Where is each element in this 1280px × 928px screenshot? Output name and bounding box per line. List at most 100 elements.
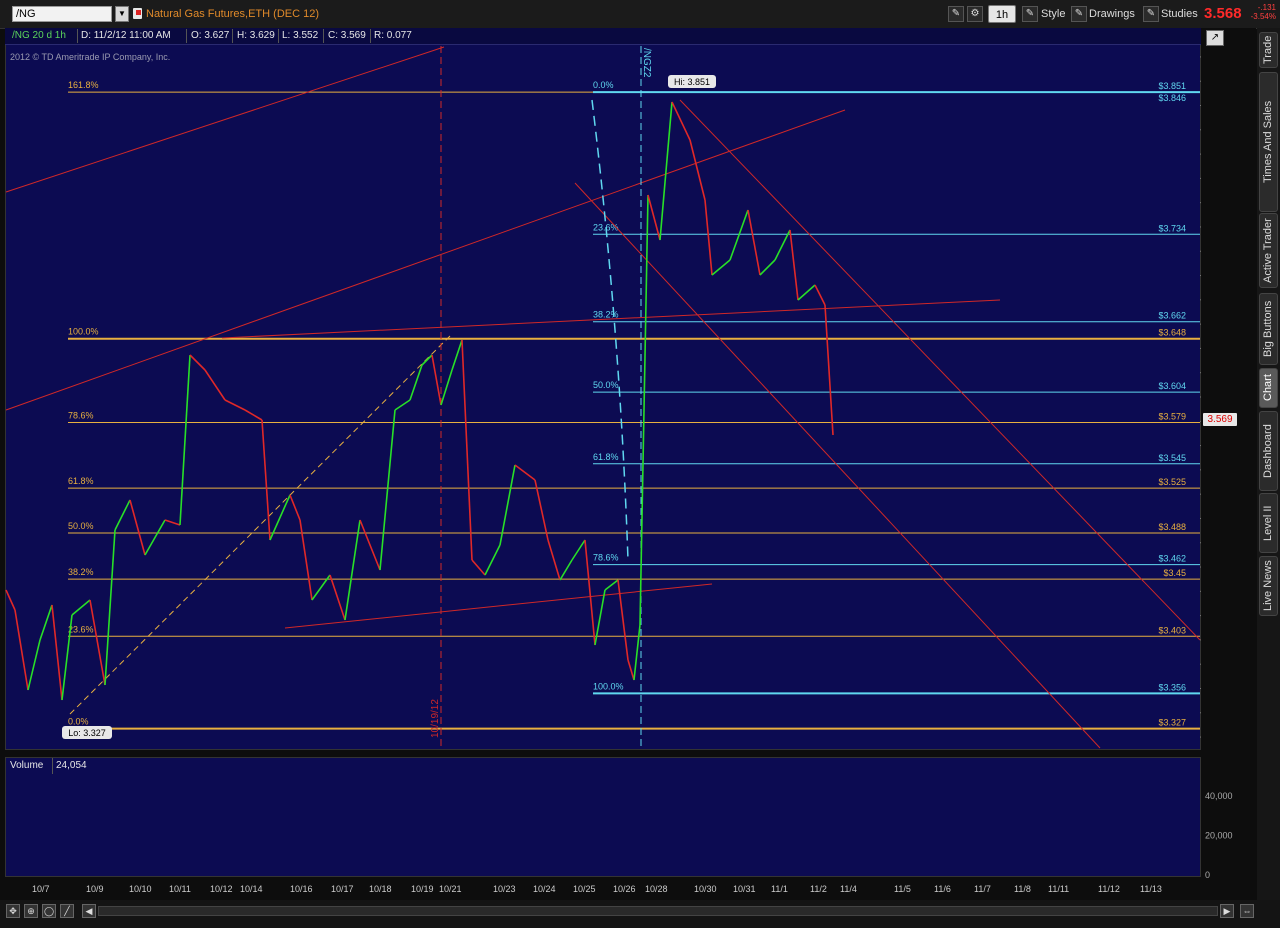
- volume-tick-label: 20,000: [1205, 830, 1233, 840]
- fib-percent-label: 38.2%: [68, 567, 94, 577]
- high-label: Hi: 3.851: [674, 77, 710, 87]
- fib-price-tag: $3.662: [1158, 311, 1186, 321]
- date-tick-label: 10/30: [694, 884, 717, 894]
- fib-price-tag: $3.45: [1163, 568, 1186, 578]
- price-segment: [514, 464, 536, 481]
- fib-percent-label: 100.0%: [593, 681, 624, 691]
- price-segment: [689, 139, 706, 201]
- fib-price-tag: $3.356: [1158, 682, 1186, 692]
- fib-price-tag: $3.734: [1158, 223, 1186, 233]
- price-segment: [704, 199, 713, 276]
- price-segment: [5, 589, 16, 611]
- scroll-right-icon[interactable]: ▶: [1220, 904, 1234, 918]
- price-segment: [604, 579, 619, 591]
- header-divider: [232, 29, 233, 43]
- price-segment: [14, 609, 29, 691]
- fib-percent-label: 23.6%: [68, 624, 94, 634]
- chart-scrollbar[interactable]: [98, 906, 1218, 916]
- price-segment: [39, 604, 53, 641]
- price-segment: [179, 354, 191, 526]
- pan-icon[interactable]: ✥: [6, 904, 20, 918]
- zoom-icon[interactable]: ⊕: [24, 904, 38, 918]
- price-segment: [451, 339, 463, 371]
- price-segment: [729, 209, 749, 261]
- header-divider: [77, 29, 78, 43]
- date-marker-label: 10/19/12: [430, 699, 441, 738]
- price-segment: [409, 364, 423, 401]
- price-segment: [659, 101, 673, 241]
- price-segment: [299, 519, 313, 601]
- price-segment: [747, 209, 761, 276]
- price-segment: [571, 539, 586, 561]
- price-segment: [61, 614, 73, 701]
- chart-title: /NG 20 d 1h: [12, 30, 66, 41]
- price-segment: [797, 284, 816, 301]
- price-segment: [359, 519, 381, 571]
- header-divider: [186, 29, 187, 43]
- volume-value: 24,054: [56, 760, 87, 771]
- price-segment: [204, 369, 226, 401]
- price-segment: [27, 639, 41, 691]
- fib-anchor-line: [69, 333, 453, 715]
- fib-percent-label: 100.0%: [68, 327, 99, 337]
- volume-header-divider: [52, 758, 53, 774]
- price-segment: [484, 544, 501, 576]
- price-segment: [421, 354, 433, 366]
- fib-price-tag: $3.525: [1158, 477, 1186, 487]
- price-segment: [289, 494, 301, 521]
- date-tick-label: 10/23: [493, 884, 516, 894]
- date-tick-label: 10/28: [645, 884, 668, 894]
- date-tick-label: 10/16: [290, 884, 313, 894]
- price-segment: [440, 369, 453, 406]
- date-tick-label: 10/17: [331, 884, 354, 894]
- expand-icon[interactable]: ⇔: [1240, 904, 1254, 918]
- trend-line: [221, 299, 1001, 339]
- volume-title: Volume: [10, 760, 44, 771]
- date-tick-label: 10/18: [369, 884, 392, 894]
- draw-line-icon[interactable]: ╱: [60, 904, 74, 918]
- date-tick-label: 10/24: [533, 884, 556, 894]
- fib-percent-label: 50.0%: [593, 380, 619, 390]
- price-segment: [189, 354, 206, 371]
- price-segment: [224, 399, 246, 411]
- date-tick-label: 10/19: [411, 884, 434, 894]
- scroll-left-icon[interactable]: ◀: [82, 904, 96, 918]
- date-tick-label: 11/5: [894, 884, 911, 894]
- price-segment: [617, 579, 629, 661]
- price-segment: [647, 194, 661, 241]
- fib-price-tag: $3.579: [1158, 412, 1186, 422]
- date-tick-label: 10/26: [613, 884, 636, 894]
- date-tick-label: 10/14: [240, 884, 263, 894]
- volume-panel[interactable]: [5, 757, 1201, 877]
- date-tick-label: 10/25: [573, 884, 596, 894]
- volume-tick-label: 40,000: [1205, 791, 1233, 801]
- magnifier-icon[interactable]: ◯: [42, 904, 56, 918]
- fib-price-tag: $3.488: [1158, 522, 1186, 532]
- current-price-badge: 3.569: [1203, 413, 1237, 426]
- date-tick-label: 11/13: [1140, 884, 1162, 894]
- price-segment: [534, 479, 549, 541]
- bar-date: D: 11/2/12 11:00 AM: [81, 30, 171, 41]
- trend-line: [5, 109, 846, 411]
- fib-price-tag: $3.604: [1158, 381, 1186, 391]
- date-tick-label: 11/8: [1014, 884, 1031, 894]
- fib-percent-label: 78.6%: [68, 411, 94, 421]
- price-segment: [559, 559, 573, 581]
- price-segment: [789, 229, 799, 301]
- bar-range: R: 0.077: [374, 30, 412, 41]
- volume-tick-label: 0: [1205, 870, 1210, 880]
- price-segment: [51, 604, 63, 701]
- fib-price-tag: $3.851: [1158, 81, 1186, 91]
- price-segment: [431, 354, 442, 406]
- price-segment: [71, 599, 91, 616]
- fib-percent-label: 50.0%: [68, 521, 94, 531]
- fib-percent-label: 78.6%: [593, 553, 619, 563]
- price-axis[interactable]: [1201, 28, 1256, 750]
- bottom-bar: ✥ ⊕ ◯ ╱ ◀ ▶ ⇔: [0, 900, 1280, 928]
- axis-settings-icon[interactable]: ↗: [1206, 30, 1224, 46]
- fib-price-tag: $3.327: [1158, 718, 1186, 728]
- date-tick-label: 11/1: [771, 884, 788, 894]
- fib-anchor-curve: [591, 99, 629, 561]
- header-divider: [370, 29, 371, 43]
- chart-header: /NG 20 d 1h D: 11/2/12 11:00 AM O: 3.627…: [5, 28, 1201, 45]
